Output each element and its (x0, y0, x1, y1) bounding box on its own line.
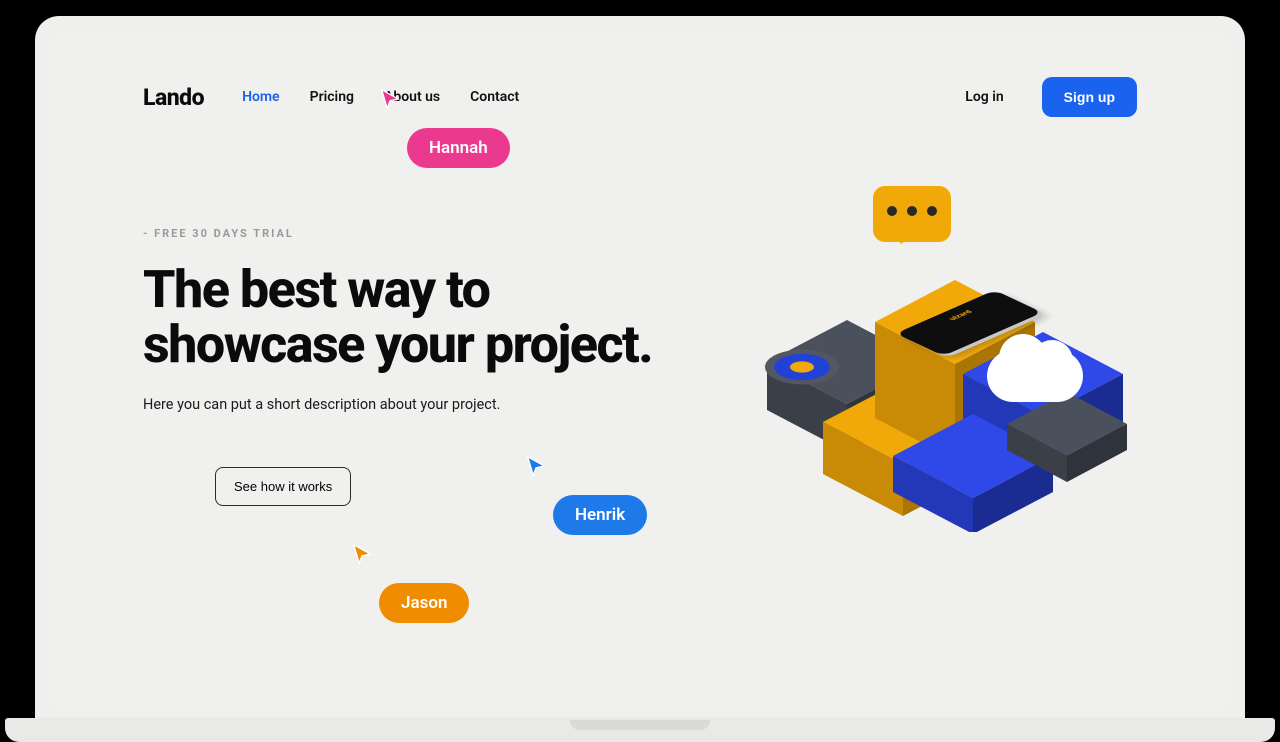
collab-cursor-jason: Jason (351, 543, 469, 623)
isometric-blocks-icon (727, 192, 1147, 532)
laptop-base (5, 718, 1275, 742)
signup-button[interactable]: Sign up (1042, 77, 1137, 117)
collab-label: Hannah (407, 128, 510, 168)
site-header: Lando Home Pricing About us Contact Log … (143, 77, 1137, 117)
laptop-frame: Lando Home Pricing About us Contact Log … (35, 16, 1245, 736)
see-how-it-works-button[interactable]: See how it works (215, 467, 351, 506)
nav-home[interactable]: Home (242, 89, 280, 105)
nav-about[interactable]: About us (384, 89, 440, 105)
nav-contact[interactable]: Contact (470, 89, 519, 105)
hero-subcopy: Here you can put a short description abo… (143, 396, 703, 413)
laptop-notch (570, 720, 710, 730)
chat-bubble-icon (873, 186, 951, 242)
hero-eyebrow: - FREE 30 DAYS TRIAL (143, 227, 703, 240)
ring-icon (751, 343, 852, 390)
cursor-icon (961, 396, 983, 418)
login-link[interactable]: Log in (965, 89, 1003, 105)
cloud-icon (987, 350, 1083, 402)
collab-cursor-nick: Nick (961, 396, 1067, 476)
nav-pricing[interactable]: Pricing (310, 89, 354, 105)
primary-nav: Home Pricing About us Contact (242, 89, 519, 105)
phone-icon (896, 290, 1043, 356)
hero-section: - FREE 30 DAYS TRIAL The best way to sho… (143, 227, 703, 506)
cursor-icon (351, 543, 373, 565)
hero-headline: The best way to showcase your project. (143, 262, 703, 372)
collab-label: Nick (989, 436, 1067, 476)
hero-illustration: uizard (727, 192, 1147, 532)
brand-logo: Lando (143, 84, 204, 111)
screen: Lando Home Pricing About us Contact Log … (53, 32, 1227, 712)
collab-label: Jason (379, 583, 469, 623)
phone-screen-label: uizard (947, 309, 974, 321)
